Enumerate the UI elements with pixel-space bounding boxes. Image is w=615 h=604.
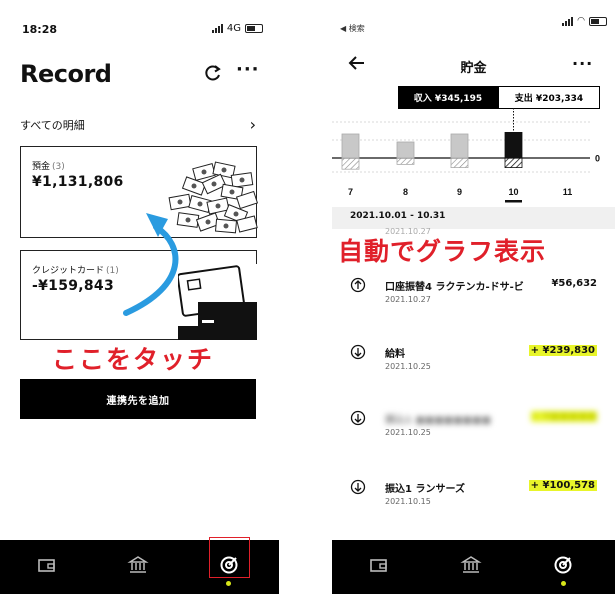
wallet-icon <box>370 559 387 572</box>
curved-arrow-icon <box>123 213 179 316</box>
credit-amount: -¥159,843 <box>32 278 115 294</box>
credit-label: クレジットカード (1) <box>32 263 119 276</box>
signal-icon <box>562 16 574 26</box>
annotation-auto-graph: 自動でグラフ表示 <box>338 237 547 266</box>
transaction-date: 2021.10.25 <box>385 428 431 437</box>
arrow-down-circle-icon <box>350 410 366 426</box>
transaction-date: 2021.10.15 <box>385 497 431 506</box>
more-icon[interactable]: ··· <box>572 54 593 73</box>
battery-icon <box>245 24 263 33</box>
status-indicators: 4G <box>211 23 263 34</box>
arrow-up-circle-icon <box>350 277 366 293</box>
page-title: Record <box>20 60 112 88</box>
tab-bank[interactable] <box>127 554 155 582</box>
network-label: 4G <box>226 23 241 34</box>
bank-icon <box>127 556 149 573</box>
deposit-count: (3) <box>52 162 65 172</box>
monthly-bar-chart[interactable]: 0 7 8 9 10 11 <box>332 108 615 204</box>
transaction-date: 2021.10.27 <box>385 295 431 304</box>
bar-income-10[interactable] <box>504 131 523 159</box>
period-range: 2021.10.01 - 10.31 <box>350 211 446 221</box>
active-tab-indicator <box>226 581 231 586</box>
credit-label-text: クレジットカード <box>32 266 105 276</box>
credit-count: (1) <box>106 266 119 276</box>
back-to-search[interactable]: ◀ 検索 <box>340 23 365 34</box>
period-header: 2021.10.01 - 10.31 <box>332 207 615 229</box>
transaction-name: 振込1 ランサーズ <box>385 484 465 495</box>
deposit-label-text: 預金 <box>32 162 51 172</box>
all-statements-link[interactable]: すべての明細 › <box>20 115 256 135</box>
bar-income-9[interactable] <box>450 133 469 159</box>
expense-total[interactable]: 支出 ¥203,334 <box>498 86 600 109</box>
savings-screen: ◀ 検索 ◠ 貯金 ··· 収入 ¥345,195 支出 ¥203,334 07… <box>332 0 615 604</box>
add-link-button[interactable]: 連携先を追加 <box>20 379 256 419</box>
transaction-name-redacted: 振込1 ■■■■■■■■ <box>385 415 492 426</box>
chevron-right-icon: › <box>249 115 256 134</box>
transaction-row[interactable]: 振込1 ■■■■■■■■ 2021.10.25 + ¥■■■■■ <box>332 408 615 448</box>
selected-month-underline <box>505 200 522 203</box>
target-icon <box>554 556 572 574</box>
tab-wallet[interactable] <box>368 554 396 582</box>
x-tick-label-9[interactable]: 9 <box>457 187 462 197</box>
transaction-name: 口座振替4 ラクテンカ-ドサ-ビ <box>385 282 524 293</box>
transaction-amount: ¥56,632 <box>551 278 597 289</box>
active-tab-indicator <box>561 581 566 586</box>
transaction-row[interactable]: 振込1 ランサーズ 2021.10.15 + ¥100,578 <box>332 477 615 517</box>
x-tick-label-7[interactable]: 7 <box>348 187 353 197</box>
tab-goal[interactable] <box>552 554 580 582</box>
bar-income-7[interactable] <box>341 133 360 159</box>
zero-tick-label: 0 <box>595 154 600 164</box>
x-tick-label-8[interactable]: 8 <box>403 187 408 197</box>
arrow-down-circle-icon <box>350 344 366 360</box>
refresh-icon[interactable] <box>203 63 223 83</box>
income-expense-summary: 収入 ¥345,195 支出 ¥203,334 <box>398 86 600 109</box>
bar-expense-10[interactable] <box>504 157 523 169</box>
wifi-icon: ◠ <box>577 16 585 26</box>
bank-icon <box>460 556 482 573</box>
more-icon[interactable]: ··· <box>236 61 260 83</box>
tab-wallet[interactable] <box>36 554 64 582</box>
transaction-name: 給料 <box>385 349 405 360</box>
bar-expense-9[interactable] <box>450 157 469 169</box>
income-total[interactable]: 収入 ¥345,195 <box>398 86 498 109</box>
x-tick-label-10[interactable]: 10 <box>508 187 518 197</box>
arrow-down-circle-icon <box>350 479 366 495</box>
transaction-amount: + ¥239,830 <box>528 345 597 356</box>
status-indicators-right: ◠ <box>562 16 607 26</box>
status-time: 18:28 <box>22 23 58 36</box>
status-bar: 18:28 4G <box>0 0 279 40</box>
tab-bar <box>332 540 615 594</box>
deposit-amount: ¥1,131,806 <box>32 174 124 190</box>
signal-icon <box>211 24 223 33</box>
bar-income-8[interactable] <box>396 141 415 159</box>
all-statements-label: すべての明細 <box>20 119 85 132</box>
bar-expense-7[interactable] <box>341 157 360 170</box>
transaction-amount: + ¥100,578 <box>528 480 597 491</box>
annotation-touch-here: ここをタッチ <box>52 345 215 374</box>
status-bar-right: ◀ 検索 ◠ <box>332 0 615 40</box>
bar-expense-8[interactable] <box>396 157 415 165</box>
battery-icon <box>589 16 607 26</box>
transaction-amount-redacted: + ¥■■■■■ <box>530 411 597 422</box>
transaction-row[interactable]: 口座振替4 ラクテンカ-ドサ-ビ 2021.10.27 ¥56,632 <box>332 275 615 315</box>
wallet-icon <box>38 559 55 572</box>
deposit-label: 預金 (3) <box>32 159 65 172</box>
tap-highlight-box <box>209 537 250 578</box>
transaction-date: 2021.10.25 <box>385 362 431 371</box>
transaction-row[interactable]: 給料 2021.10.25 + ¥239,830 <box>332 342 615 382</box>
tab-bank[interactable] <box>460 554 488 582</box>
x-tick-label-11[interactable]: 11 <box>563 187 573 197</box>
record-screen: 18:28 4G Record ··· すべての明細 › 預金 (3) ¥1,13… <box>0 0 279 604</box>
